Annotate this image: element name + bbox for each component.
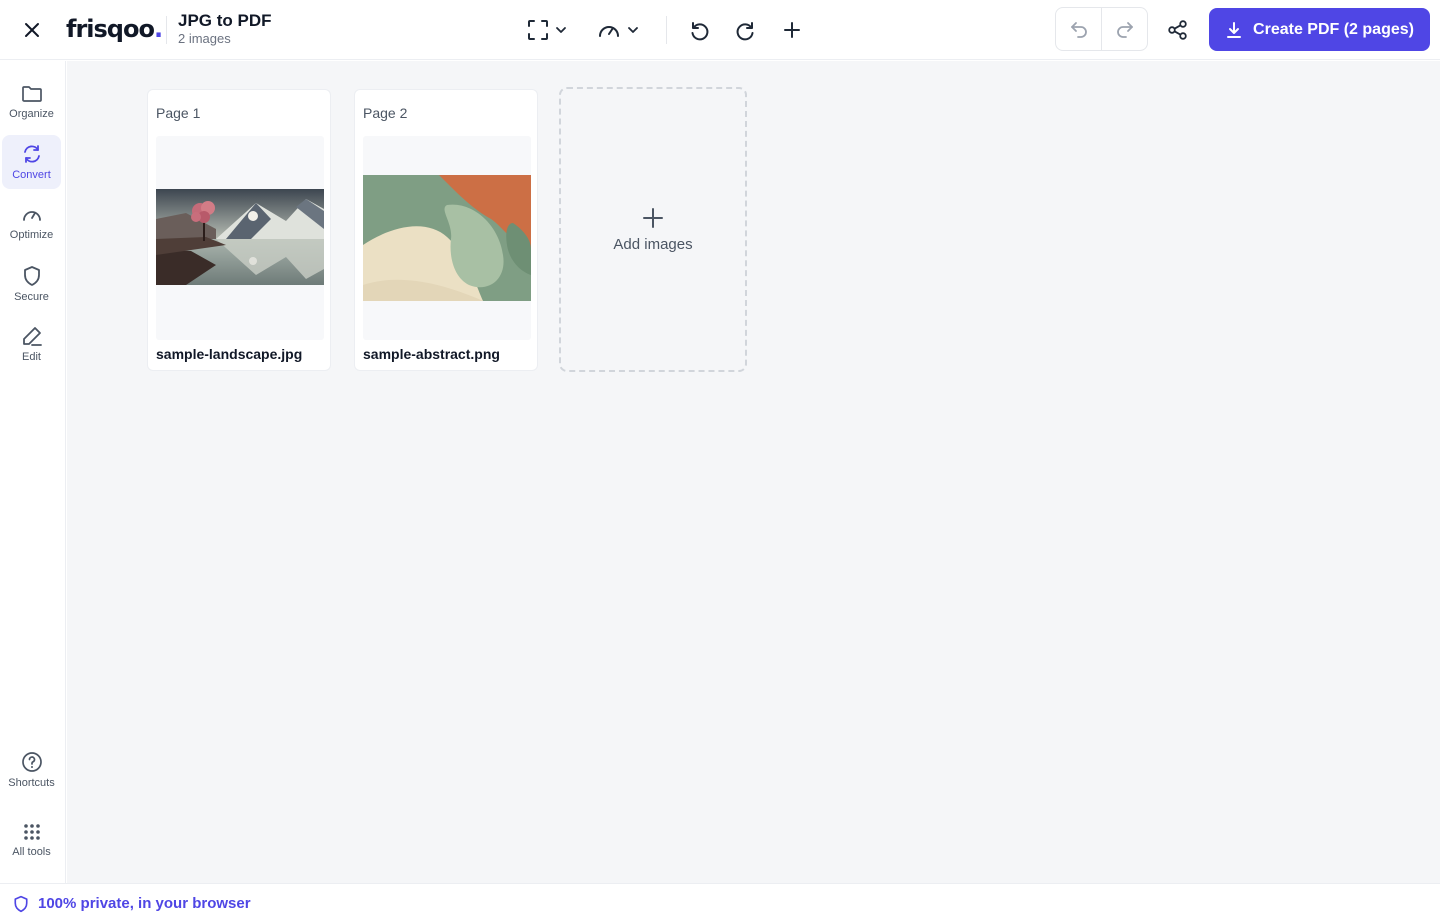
privacy-footer: 100% private, in your browser [0, 883, 1440, 923]
share-icon [1168, 20, 1187, 40]
refresh-icon [23, 145, 40, 163]
download-icon [1227, 21, 1242, 38]
rotate-right-icon [736, 22, 754, 41]
close-icon [25, 23, 39, 37]
page-card[interactable]: Page 2 sample-abstract.png [354, 89, 538, 371]
create-pdf-button[interactable]: Create PDF (2 pages) [1209, 8, 1430, 51]
shield-icon [14, 895, 28, 912]
pen-icon [22, 327, 42, 346]
sidebar-item-organize[interactable]: Organize [2, 75, 61, 129]
page-canvas: Page 1 sample-landscape.jpg Page 2 sampl… [67, 61, 1440, 883]
plus-icon [643, 208, 663, 228]
sidebar-item-label: All tools [12, 846, 51, 858]
page-size-dropdown[interactable] [527, 14, 567, 46]
share-button[interactable] [1160, 12, 1196, 48]
page-card[interactable]: Page 1 sample-landscape.jpg [147, 89, 331, 371]
file-name: sample-abstract.png [363, 346, 500, 362]
sidebar-item-all-tools[interactable]: All tools [2, 813, 61, 867]
rotate-right-button[interactable] [728, 12, 764, 48]
add-images-dropzone[interactable]: Add images [559, 87, 747, 372]
chevron-down-icon [556, 27, 566, 33]
sidebar-item-optimize[interactable]: Optimize [2, 196, 61, 250]
rotate-left-icon [691, 22, 709, 41]
sidebar-item-shortcuts[interactable]: Shortcuts [2, 743, 61, 797]
sidebar-item-label: Convert [12, 169, 51, 181]
add-images-label: Add images [613, 236, 693, 253]
chevron-down-icon [628, 27, 638, 33]
fit-frame-icon [528, 20, 548, 40]
title-divider [166, 16, 167, 44]
close-button[interactable] [16, 14, 48, 46]
landscape-image [156, 189, 324, 285]
document-subtitle: 2 images [178, 31, 231, 46]
sidebar-item-edit[interactable]: Edit [2, 317, 61, 371]
undo-button[interactable] [1056, 8, 1102, 50]
sidebar-item-secure[interactable]: Secure [2, 257, 61, 311]
top-bar: frisqoo. JPG to PDF 2 images Create PDF … [0, 0, 1440, 60]
help-circle-icon [21, 752, 42, 772]
undo-redo-group [1055, 7, 1148, 51]
file-name: sample-landscape.jpg [156, 346, 303, 362]
grid-dots-icon [23, 824, 40, 840]
add-page-button[interactable] [774, 12, 810, 48]
sidebar-item-label: Secure [14, 291, 49, 303]
privacy-text: 100% private, in your browser [38, 895, 251, 912]
sidebar-item-convert[interactable]: Convert [2, 135, 61, 189]
sidebar-item-label: Optimize [9, 229, 54, 241]
quality-dropdown[interactable] [597, 14, 639, 46]
folder-icon [21, 86, 42, 102]
undo-icon [1070, 22, 1087, 38]
page-thumbnail [363, 136, 531, 340]
sidebar-item-label: Organize [9, 108, 54, 120]
redo-button[interactable] [1102, 8, 1147, 50]
gauge-icon [599, 26, 619, 37]
page-thumbnail [156, 136, 324, 340]
gauge-icon [22, 211, 41, 221]
sidebar: Organize Convert Optimize Secure Edit Sh… [0, 61, 66, 883]
toolbar-divider [666, 16, 667, 44]
abstract-image [363, 175, 531, 301]
create-pdf-label: Create PDF (2 pages) [1253, 20, 1414, 38]
sidebar-item-label: Shortcuts [8, 777, 55, 789]
page-label: Page 2 [363, 105, 408, 121]
redo-icon [1116, 22, 1133, 38]
sidebar-item-label: Edit [22, 351, 41, 363]
rotate-left-button[interactable] [681, 12, 717, 48]
plus-icon [784, 22, 800, 38]
page-label: Page 1 [156, 105, 201, 121]
app-logo[interactable]: frisqoo. [66, 12, 163, 46]
document-title: JPG to PDF [178, 11, 272, 30]
shield-icon [23, 266, 40, 286]
